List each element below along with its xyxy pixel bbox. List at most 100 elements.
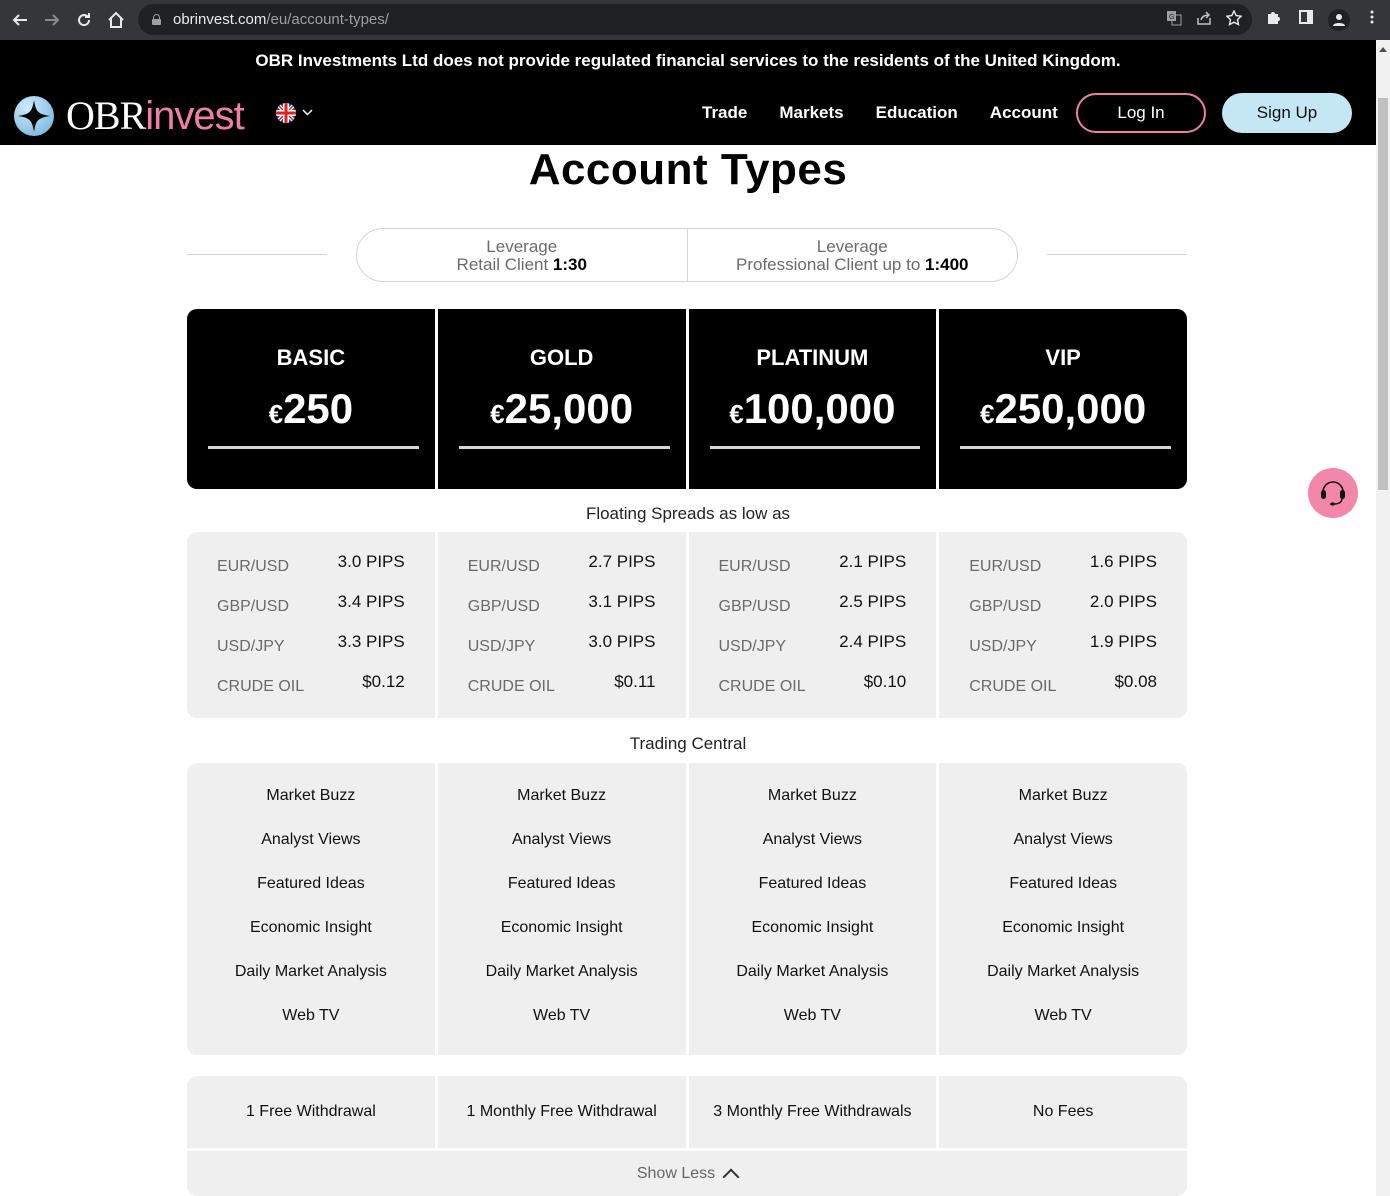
trading-central-column: Market Buzz Analyst Views Featured Ideas Ec… xyxy=(187,763,435,1055)
leverage-retail: Leverage Retail Client 1:30 xyxy=(357,229,687,281)
instrument-name: USD/JPY xyxy=(969,637,1037,655)
plan-divider xyxy=(960,446,1171,449)
lock-icon xyxy=(152,14,161,25)
currency-symbol: € xyxy=(490,399,505,429)
plan-amount: 25,000 xyxy=(504,385,634,432)
instrument-name: CRUDE OIL xyxy=(467,677,555,695)
plan-card-gold[interactable]: GOLD €25,000 xyxy=(437,309,686,489)
url-text[interactable]: obrinvest.com/eu/account-types/ xyxy=(173,11,389,28)
leverage-value: 1:400 xyxy=(925,255,969,274)
leverage-label: Leverage xyxy=(486,237,558,256)
spread-row: USD/JPY 3.0 PIPS xyxy=(438,624,686,664)
reload-icon[interactable] xyxy=(68,4,100,36)
trading-central-item: Featured Ideas xyxy=(257,875,365,892)
trading-central-column: Market Buzz Analyst Views Featured Ideas Ec… xyxy=(939,763,1187,1055)
plan-card-vip[interactable]: VIP €250,000 xyxy=(939,309,1187,489)
nav-trade[interactable]: Trade xyxy=(702,103,747,123)
scroll-up-arrow-icon[interactable] xyxy=(1379,47,1387,52)
spreads-column: EUR/USD 2.7 PIPS GBP/USD 3.1 PIPS USD/JPY 3.0… xyxy=(437,532,686,718)
plan-price: €250,000 xyxy=(939,385,1187,433)
plan-card-platinum[interactable]: PLATINUM €100,000 xyxy=(688,309,937,489)
instrument-name: GBP/USD xyxy=(718,597,791,615)
plan-amount: 250 xyxy=(283,385,354,432)
plan-divider xyxy=(458,446,670,449)
logo-text: OBRinvest xyxy=(66,92,245,139)
trading-central-item: Web TV xyxy=(783,1007,841,1024)
nav-markets[interactable]: Markets xyxy=(779,103,843,123)
support-chat-button[interactable] xyxy=(1308,468,1358,518)
login-button[interactable]: Log In xyxy=(1076,93,1206,133)
forward-icon[interactable] xyxy=(36,4,68,36)
spreads-heading: Floating Spreads as low as xyxy=(585,504,791,523)
leverage-value: 1:30 xyxy=(552,255,587,274)
plan-amount: 250,000 xyxy=(994,385,1147,432)
spreads-column: EUR/USD 2.1 PIPS GBP/USD 2.5 PIPS USD/JPY 2.4… xyxy=(688,532,937,718)
trading-central-item: Featured Ideas xyxy=(1009,875,1117,892)
translate-icon[interactable]: G xyxy=(1166,10,1182,30)
nav-account[interactable]: Account xyxy=(990,103,1058,123)
instrument-name: CRUDE OIL xyxy=(217,677,305,695)
instrument-name: GBP/USD xyxy=(467,597,540,615)
trading-central-item: Economic Insight xyxy=(249,919,372,936)
scroll-thumb[interactable] xyxy=(1378,98,1388,490)
spread-row: GBP/USD 3.1 PIPS xyxy=(438,584,686,624)
trading-central-item: Market Buzz xyxy=(1018,787,1108,804)
instrument-name: EUR/USD xyxy=(969,557,1042,575)
trading-central-item: Daily Market Analysis xyxy=(485,963,638,980)
page-scrollbar[interactable] xyxy=(1376,40,1390,1196)
spread-row: GBP/USD 2.5 PIPS xyxy=(689,584,937,624)
plan-name: PLATINUM xyxy=(756,345,869,370)
instrument-name: EUR/USD xyxy=(467,557,540,575)
logo[interactable]: OBRinvest xyxy=(14,92,245,139)
withdrawal-cell: 1 Free Withdrawal xyxy=(187,1076,435,1148)
spread-row: USD/JPY 2.4 PIPS xyxy=(689,624,937,664)
trading-central-item: Web TV xyxy=(533,1007,591,1024)
show-less-button[interactable]: Show Less xyxy=(187,1151,1187,1196)
instrument-name: GBP/USD xyxy=(217,597,290,615)
spread-row: CRUDE OIL $0.10 xyxy=(689,664,937,704)
trading-central-item: Analyst Views xyxy=(261,831,361,848)
spread-row: EUR/USD 1.6 PIPS xyxy=(939,544,1187,584)
spread-value: 3.1 PIPS xyxy=(588,592,656,611)
plan-name: BASIC xyxy=(276,345,346,370)
withdrawal-cell: 1 Monthly Free Withdrawal xyxy=(437,1076,686,1148)
share-icon[interactable] xyxy=(1196,10,1212,30)
side-panel-icon[interactable] xyxy=(1296,10,1316,29)
trading-central-item: Economic Insight xyxy=(1002,919,1125,936)
instrument-name: EUR/USD xyxy=(718,557,791,575)
trading-central-heading: Trading Central xyxy=(629,734,747,753)
spread-value: 2.5 PIPS xyxy=(839,592,907,611)
back-icon[interactable] xyxy=(4,4,36,36)
divider-line xyxy=(1047,254,1187,255)
language-selector[interactable] xyxy=(276,103,313,123)
menu-icon[interactable] xyxy=(1362,10,1382,29)
spreads-column: EUR/USD 1.6 PIPS GBP/USD 2.0 PIPS USD/JPY 1.9… xyxy=(939,532,1187,718)
nav-education[interactable]: Education xyxy=(876,103,958,123)
spread-value: $0.08 xyxy=(1114,672,1157,691)
plan-amount: 100,000 xyxy=(743,385,896,432)
instrument-name: CRUDE OIL xyxy=(969,677,1057,695)
profile-icon[interactable] xyxy=(1328,8,1350,31)
trading-central-item: Market Buzz xyxy=(266,787,356,804)
leverage-professional: Leverage Professional Client up to 1:400 xyxy=(686,229,1018,281)
trading-central-item: Featured Ideas xyxy=(507,875,616,892)
trading-central-item: Web TV xyxy=(1034,1007,1092,1024)
divider-line xyxy=(187,254,327,255)
spread-value: 1.6 PIPS xyxy=(1089,552,1157,571)
plan-card-basic[interactable]: BASIC €250 xyxy=(187,309,435,489)
extensions-icon[interactable] xyxy=(1264,9,1284,30)
chevron-up-icon xyxy=(722,1168,740,1185)
spread-value: 3.4 PIPS xyxy=(337,592,405,611)
spread-row: USD/JPY 3.3 PIPS xyxy=(187,624,435,664)
spread-row: EUR/USD 3.0 PIPS xyxy=(187,544,435,584)
trading-central-item: Daily Market Analysis xyxy=(234,963,387,980)
home-icon[interactable] xyxy=(100,4,132,36)
leverage-info: Leverage Retail Client 1:30 Leverage Pro… xyxy=(356,228,1018,282)
withdrawals-row: 1 Free Withdrawal 1 Monthly Free Withdra… xyxy=(187,1076,1187,1148)
trading-central-item: Web TV xyxy=(282,1007,340,1024)
bookmark-star-icon[interactable] xyxy=(1225,8,1243,30)
trading-central-item: Featured Ideas xyxy=(758,875,867,892)
signup-button[interactable]: Sign Up xyxy=(1222,93,1352,133)
instrument-name: USD/JPY xyxy=(467,637,536,655)
address-bar[interactable]: obrinvest.com/eu/account-types/ G xyxy=(138,4,1252,35)
